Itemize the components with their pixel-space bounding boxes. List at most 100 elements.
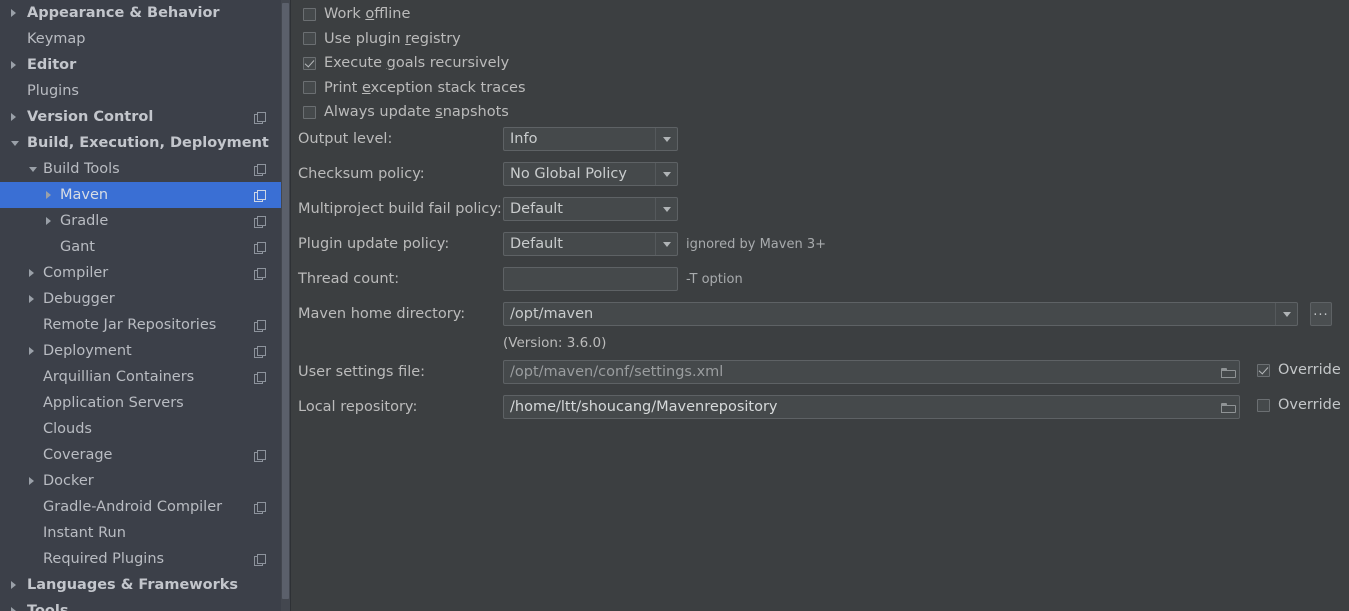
sidebar-item-gradle[interactable]: Gradle (0, 208, 281, 234)
chevron-right-icon[interactable] (11, 580, 16, 589)
chevron-right-icon[interactable] (11, 8, 16, 17)
chevron-right-icon[interactable] (11, 112, 16, 121)
sidebar-item-languages-frameworks[interactable]: Languages & Frameworks (0, 572, 281, 598)
chevron-down-icon[interactable] (655, 128, 677, 150)
sidebar-item-required-plugins[interactable]: Required Plugins (0, 546, 281, 572)
checkbox-row[interactable]: Work offline (303, 4, 410, 24)
chevron-down-icon[interactable] (655, 233, 677, 255)
sidebar-item-plugins[interactable]: Plugins (0, 78, 281, 104)
chevron-down-icon[interactable] (655, 163, 677, 185)
user-settings-override-checkbox[interactable] (1257, 363, 1270, 377)
sidebar-item-label: Docker (43, 473, 94, 489)
user-settings-override-label: Override (1278, 362, 1341, 378)
copy-settings-icon[interactable] (254, 553, 266, 566)
chevron-down-icon[interactable] (655, 198, 677, 220)
sidebar-item-gant[interactable]: Gant (0, 234, 281, 260)
checkbox-work-offline[interactable] (303, 7, 316, 21)
sidebar-scrollbar-track[interactable] (281, 0, 290, 611)
sidebar-item-arquillian-containers[interactable]: Arquillian Containers (0, 364, 281, 390)
sidebar-item-application-servers[interactable]: Application Servers (0, 390, 281, 416)
checkbox-row[interactable]: Always update snapshots (303, 102, 509, 122)
sidebar-item-label: Tools (27, 603, 69, 611)
sidebar-item-maven[interactable]: Maven (0, 182, 281, 208)
copy-settings-icon[interactable] (254, 319, 266, 332)
local-repository-override-checkbox[interactable] (1257, 398, 1270, 412)
sidebar-item-instant-run[interactable]: Instant Run (0, 520, 281, 546)
chevron-right-icon[interactable] (29, 346, 34, 355)
settings-category-tree[interactable]: Appearance & Behavior Keymap Editor Plugins… (0, 0, 291, 611)
sidebar-item-label: Gant (60, 239, 95, 255)
label-part: ffline (374, 6, 411, 22)
folder-icon[interactable] (1216, 362, 1238, 382)
checksum-policy-label: Checksum policy: (298, 166, 425, 182)
sidebar-item-docker[interactable]: Docker (0, 468, 281, 494)
sidebar-item-editor[interactable]: Editor (0, 52, 281, 78)
copy-settings-icon[interactable] (254, 371, 266, 384)
label-part: xception stack traces (370, 79, 526, 96)
sidebar-item-remote-jar-repositories[interactable]: Remote Jar Repositories (0, 312, 281, 338)
checkbox-row[interactable]: Use plugin registry (303, 29, 461, 49)
plugin-update-policy-hint: ignored by Maven 3+ (686, 237, 826, 252)
checkbox-always-update-snapshots[interactable] (303, 105, 316, 119)
label-part: Always update (324, 104, 436, 121)
sidebar-item-label: Build Tools (43, 161, 120, 177)
sidebar-item-build-tools[interactable]: Build Tools (0, 156, 281, 182)
sidebar-item-coverage[interactable]: Coverage (0, 442, 281, 468)
thread-count-input[interactable] (503, 267, 678, 291)
sidebar-item-version-control[interactable]: Version Control (0, 104, 281, 130)
multiproject-fail-policy-combobox[interactable]: Default (503, 197, 678, 221)
chevron-right-icon[interactable] (11, 606, 16, 611)
sidebar-item-label: Plugins (27, 83, 79, 99)
user-settings-file-input[interactable]: /opt/maven/conf/settings.xml (503, 360, 1240, 384)
user-settings-override-row[interactable]: Override (1257, 362, 1341, 378)
chevron-down-icon[interactable] (11, 141, 19, 146)
sidebar-scrollbar-thumb[interactable] (282, 3, 289, 599)
sidebar-item-label: Application Servers (43, 395, 184, 411)
chevron-right-icon[interactable] (46, 216, 51, 225)
maven-home-browse-button[interactable]: ... (1310, 302, 1332, 326)
chevron-right-icon[interactable] (46, 190, 51, 199)
checkbox-use-plugin-registry[interactable] (303, 32, 316, 46)
thread-count-hint: -T option (686, 272, 743, 287)
checkbox-row[interactable]: Print exception stack traces (303, 78, 526, 98)
copy-settings-icon[interactable] (254, 111, 266, 124)
plugin-update-policy-combobox[interactable]: Default (503, 232, 678, 256)
chevron-right-icon[interactable] (29, 476, 34, 485)
chevron-down-icon[interactable] (1275, 303, 1297, 325)
chevron-right-icon[interactable] (11, 60, 16, 69)
checkbox-print-exception-stack-traces[interactable] (303, 81, 316, 95)
copy-settings-icon[interactable] (254, 241, 266, 254)
sidebar-item-appearance-behavior[interactable]: Appearance & Behavior (0, 0, 281, 26)
copy-settings-icon[interactable] (254, 163, 266, 176)
checkbox-execute-goals-recursively[interactable] (303, 56, 316, 70)
sidebar-item-label: Coverage (43, 447, 113, 463)
output-level-combobox[interactable]: Info (503, 127, 678, 151)
label-part: Use plugin (324, 30, 406, 47)
sidebar-item-label: Gradle (60, 213, 109, 229)
checkbox-label: Always update snapshots (324, 104, 509, 120)
copy-settings-icon[interactable] (254, 501, 266, 514)
sidebar-item-tools[interactable]: Tools (0, 598, 281, 611)
local-repository-override-row[interactable]: Override (1257, 397, 1341, 413)
copy-settings-icon[interactable] (254, 267, 266, 280)
checksum-policy-combobox[interactable]: No Global Policy (503, 162, 678, 186)
copy-settings-icon[interactable] (254, 189, 266, 202)
sidebar-item-deployment[interactable]: Deployment (0, 338, 281, 364)
copy-settings-icon[interactable] (254, 215, 266, 228)
sidebar-item-gradle-android-compiler[interactable]: Gradle-Android Compiler (0, 494, 281, 520)
chevron-down-icon[interactable] (29, 167, 37, 172)
settings-window: Appearance & Behavior Keymap Editor Plugins… (0, 0, 1349, 611)
chevron-right-icon[interactable] (29, 294, 34, 303)
maven-home-combobox[interactable]: /opt/maven (503, 302, 1298, 326)
sidebar-item-keymap[interactable]: Keymap (0, 26, 281, 52)
sidebar-item-debugger[interactable]: Debugger (0, 286, 281, 312)
folder-icon[interactable] (1216, 397, 1238, 417)
copy-settings-icon[interactable] (254, 449, 266, 462)
copy-settings-icon[interactable] (254, 345, 266, 358)
local-repository-input[interactable]: /home/ltt/shoucang/Mavenrepository (503, 395, 1240, 419)
chevron-right-icon[interactable] (29, 268, 34, 277)
sidebar-item-clouds[interactable]: Clouds (0, 416, 281, 442)
sidebar-item-compiler[interactable]: Compiler (0, 260, 281, 286)
checkbox-row[interactable]: Execute goals recursively (303, 53, 509, 73)
sidebar-item-build-execution-deployment[interactable]: Build, Execution, Deployment (0, 130, 281, 156)
